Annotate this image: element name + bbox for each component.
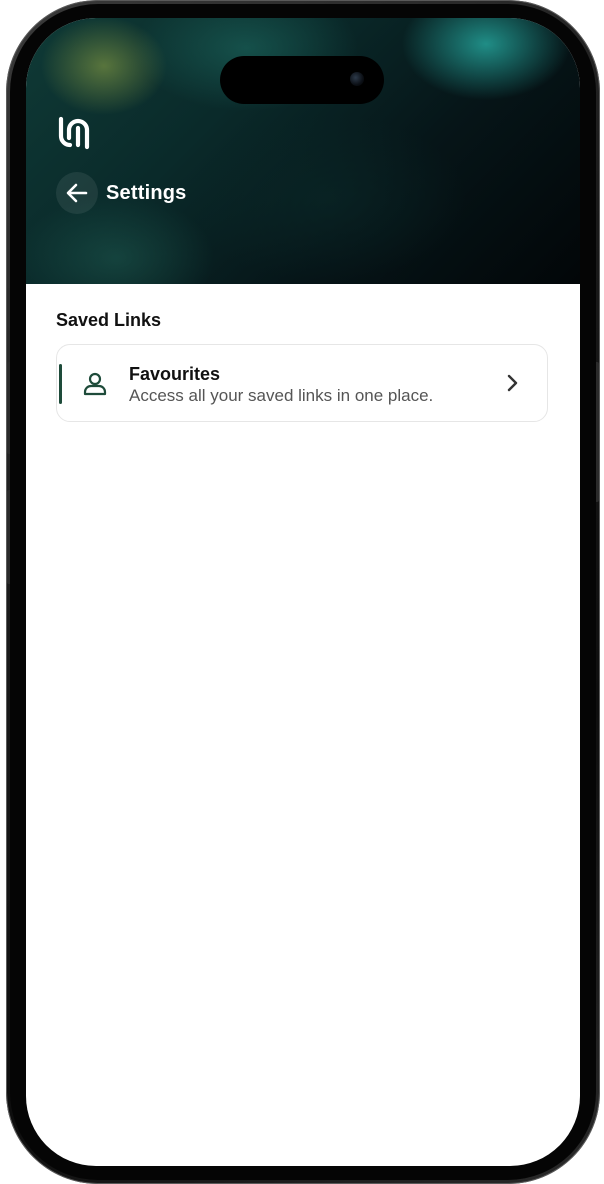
arrow-left-icon	[66, 183, 88, 203]
user-icon	[83, 372, 107, 396]
chevron-right-icon	[507, 374, 518, 392]
page-title: Settings	[106, 182, 187, 204]
camera-icon	[350, 72, 364, 86]
active-indicator	[59, 364, 62, 404]
section-title: Saved Links	[56, 310, 162, 330]
back-button[interactable]	[56, 172, 98, 214]
header-background: Settings	[26, 18, 580, 284]
dynamic-island	[220, 56, 384, 104]
favourites-list-item[interactable]: Favourites Access all your saved links i…	[56, 344, 548, 422]
app-logo-icon	[58, 116, 90, 150]
list-item-title: Favourites	[129, 364, 221, 384]
list-item-subtitle: Access all your saved links in one place…	[129, 386, 434, 405]
app-screen: Settings Saved Links Favourites Access a…	[26, 18, 580, 1166]
